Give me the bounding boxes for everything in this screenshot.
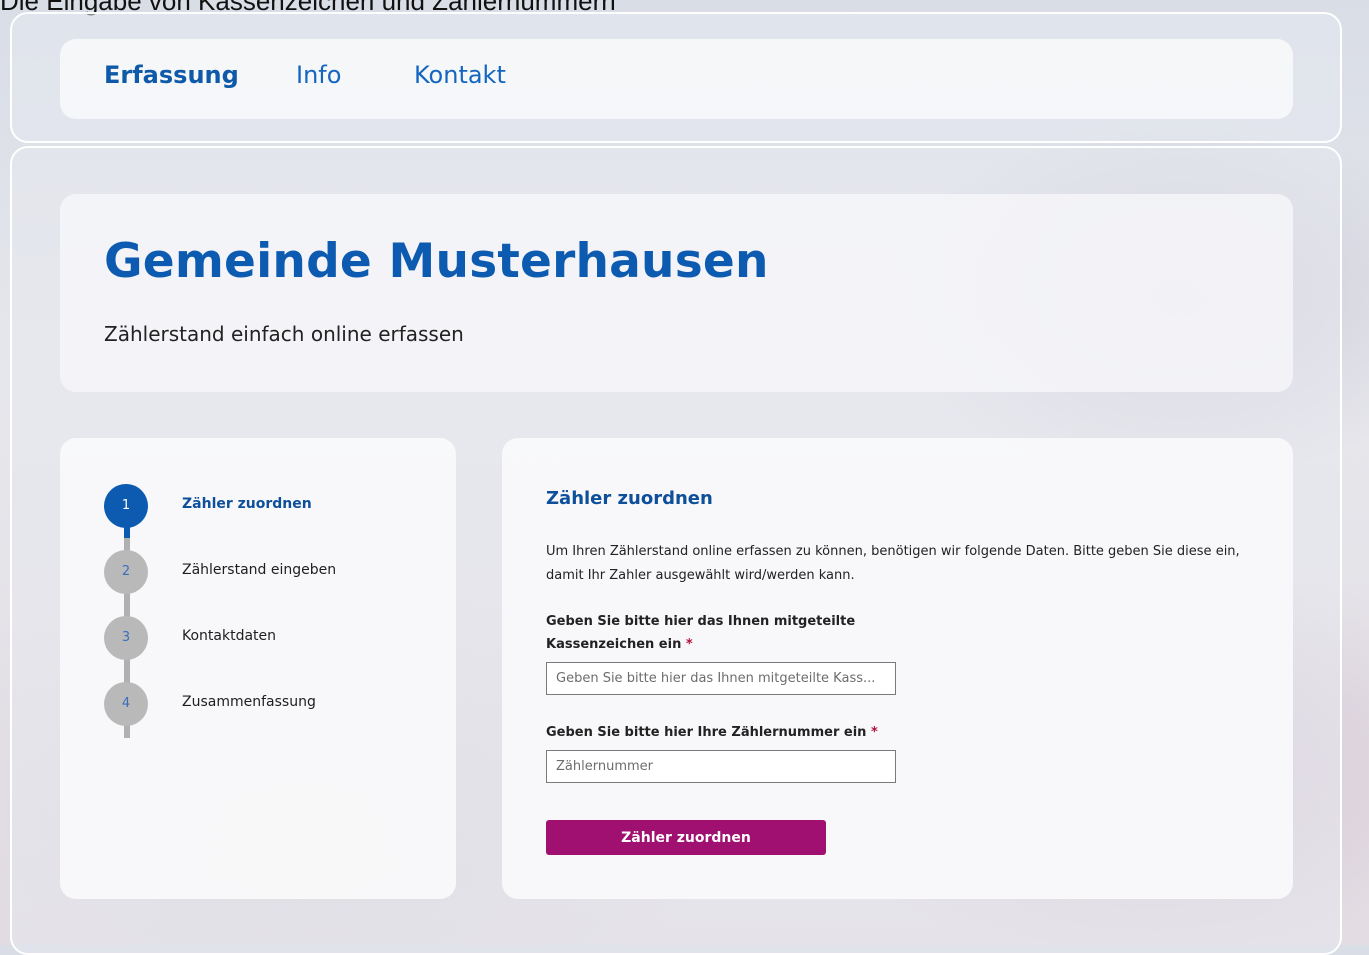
step-1-number: 1 — [104, 484, 148, 528]
kassenzeichen-label-line2: Kassenzeichen ein — [546, 637, 682, 652]
nav-item-kontakt[interactable]: Kontakt — [414, 61, 506, 89]
top-nav: Erfassung Info Kontakt — [60, 39, 1293, 119]
zaehlernummer-input[interactable] — [546, 750, 896, 783]
kassenzeichen-input[interactable] — [546, 662, 896, 695]
step-3-label: Kontaktdaten — [182, 628, 277, 644]
required-marker: * — [685, 637, 693, 652]
step-4-number: 4 — [104, 682, 148, 726]
step-1-label: Zähler zuordnen — [182, 496, 312, 512]
form-heading: Zähler zuordnen — [546, 488, 713, 509]
progress-stepper: 1 Zähler zuordnen 2 Zählerstand eingeben… — [60, 438, 456, 899]
step-1[interactable]: 1 Zähler zuordnen — [104, 484, 454, 528]
step-2-number: 2 — [104, 550, 148, 594]
step-2[interactable]: 2 Zählerstand eingeben — [104, 550, 454, 594]
hero-panel: Gemeinde Musterhausen Zählerstand einfac… — [60, 194, 1293, 392]
kassenzeichen-label-line1: Geben Sie bitte hier das Ihnen mitgeteil… — [546, 614, 856, 629]
step-4[interactable]: 4 Zusammenfassung — [104, 682, 454, 726]
page-title: Gemeinde Musterhausen — [104, 234, 769, 289]
zaehlernummer-label-text: Geben Sie bitte hier Ihre Zählernummer e… — [546, 725, 867, 740]
nav-item-info[interactable]: Info — [296, 61, 341, 89]
page-subtitle: Zählerstand einfach online erfassen — [104, 322, 464, 346]
form-panel: Zähler zuordnen Um Ihren Zählerstand onl… — [502, 438, 1293, 899]
assign-meter-button[interactable]: Zähler zuordnen — [546, 820, 826, 855]
step-4-label: Zusammenfassung — [182, 694, 316, 710]
step-3-number: 3 — [104, 616, 148, 660]
form-intro: Um Ihren Zählerstand online erfassen zu … — [546, 544, 1240, 583]
required-marker: * — [870, 725, 878, 740]
nav-item-erfassung[interactable]: Erfassung — [104, 61, 239, 89]
step-3[interactable]: 3 Kontaktdaten — [104, 616, 454, 660]
kassenzeichen-label: Geben Sie bitte hier das Ihnen mitgeteil… — [546, 610, 855, 656]
step-2-label: Zählerstand eingeben — [182, 562, 337, 578]
zaehlernummer-label: Geben Sie bitte hier Ihre Zählernummer e… — [546, 721, 878, 744]
